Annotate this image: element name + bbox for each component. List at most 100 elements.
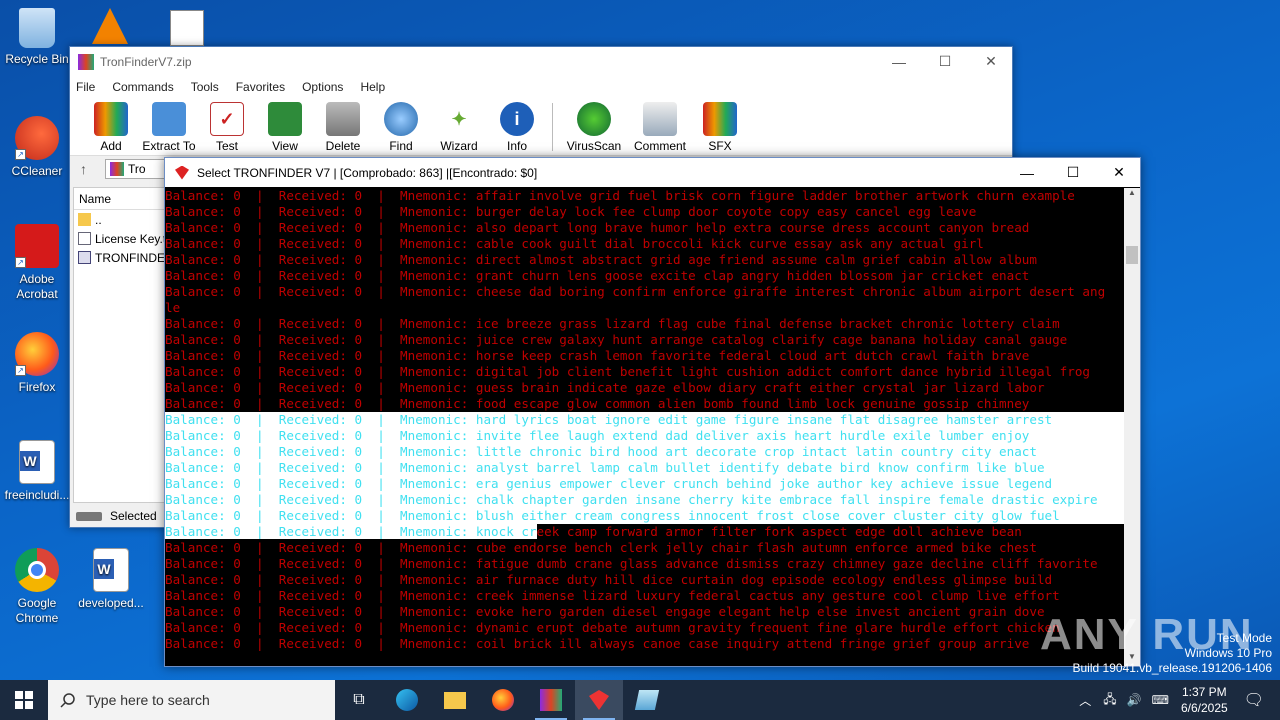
desktop-icon-freeincludi[interactable]: W freeincludi... bbox=[0, 440, 74, 503]
toolbar-extract-label: Extract To bbox=[142, 139, 196, 153]
file-row[interactable]: TRONFINDER bbox=[74, 248, 166, 267]
checklist-icon: ✓ bbox=[210, 102, 244, 136]
taskbar-tronfinder[interactable] bbox=[575, 680, 623, 720]
taskbar-edge[interactable] bbox=[383, 680, 431, 720]
taskbar-clock[interactable]: 1:37 PM 6/6/2025 bbox=[1181, 684, 1228, 716]
maximize-button[interactable]: ☐ bbox=[922, 47, 968, 76]
task-view-button[interactable]: ⧉ bbox=[335, 680, 383, 720]
console-line: Balance: 0 | Received: 0 | Mnemonic: har… bbox=[165, 412, 1125, 428]
console-title: Select TRONFINDER V7 | [Comprobado: 863]… bbox=[197, 165, 538, 180]
taskbar-winrar[interactable] bbox=[527, 680, 575, 720]
console-line: Balance: 0 | Received: 0 | Mnemonic: dig… bbox=[165, 364, 1125, 380]
notification-icon[interactable]: 🗨 bbox=[1244, 690, 1264, 710]
search-placeholder: Type here to search bbox=[86, 692, 210, 708]
address-field[interactable]: Tro bbox=[105, 159, 165, 179]
taskbar-search-box[interactable]: Type here to search bbox=[48, 680, 335, 720]
toolbar-add-label: Add bbox=[100, 139, 122, 153]
sfx-box-icon bbox=[703, 102, 737, 136]
menu-favorites[interactable]: Favorites bbox=[236, 80, 285, 94]
address-text: Tro bbox=[128, 162, 146, 176]
desktop-icon-label: Recycle Bin bbox=[5, 52, 69, 66]
toolbar-view-button[interactable]: View bbox=[256, 98, 314, 155]
scrollbar-thumb[interactable] bbox=[1126, 246, 1138, 264]
chrome-icon bbox=[15, 548, 59, 592]
start-button[interactable] bbox=[0, 680, 48, 720]
menu-commands[interactable]: Commands bbox=[112, 80, 173, 94]
desktop-icon-vlc[interactable] bbox=[92, 8, 128, 44]
toolbar-sfx-label: SFX bbox=[708, 139, 732, 153]
console-line: Balance: 0 | Received: 0 | Mnemonic: ana… bbox=[165, 460, 1125, 476]
network-icon[interactable]: 🖧 bbox=[1103, 690, 1116, 711]
winrar-titlebar[interactable]: TronFinderV7.zip — ☐ ✕ bbox=[70, 47, 1012, 76]
toolbar-add-button[interactable]: Add bbox=[82, 98, 140, 155]
desktop-icon-google-chrome[interactable]: Google Chrome bbox=[0, 548, 74, 626]
magic-wand-icon: ✦ bbox=[451, 108, 467, 129]
desktop-icon-label: CCleaner bbox=[11, 164, 63, 178]
file-name: License Key.t bbox=[95, 231, 166, 246]
desktop-icon-label: Google Chrome bbox=[15, 596, 59, 625]
file-row[interactable]: .. bbox=[74, 210, 166, 229]
firefox-icon bbox=[492, 689, 514, 711]
volume-icon[interactable]: 🔊 bbox=[1127, 693, 1142, 707]
winrar-title: TronFinderV7.zip bbox=[100, 54, 192, 69]
menu-help[interactable]: Help bbox=[360, 80, 385, 94]
console-scrollbar[interactable]: ▲ ▼ bbox=[1124, 188, 1140, 666]
desktop-icon-firefox[interactable]: ↗ Firefox bbox=[0, 332, 74, 395]
taskbar: Type here to search ⧉ ︿ 🖧 🔊 ⌨ 1:37 PM 6/… bbox=[0, 680, 1280, 720]
taskbar-notepad[interactable] bbox=[623, 680, 671, 720]
console-line: Balance: 0 | Received: 0 | Mnemonic: che… bbox=[165, 284, 1125, 300]
maximize-button[interactable]: ☐ bbox=[1050, 158, 1096, 187]
tron-icon bbox=[589, 690, 609, 710]
desktop-icon-label: freeincludi... bbox=[4, 488, 70, 502]
desktop-icon-adobe-acrobat[interactable]: ↗ Adobe Acrobat bbox=[0, 224, 74, 302]
taskbar-file-explorer[interactable] bbox=[431, 680, 479, 720]
console-window[interactable]: Select TRONFINDER V7 | [Comprobado: 863]… bbox=[164, 157, 1141, 667]
toolbar-info-button[interactable]: i Info bbox=[488, 98, 546, 155]
magnifier-icon bbox=[384, 102, 418, 136]
toolbar-comment-button[interactable]: Comment bbox=[629, 98, 691, 155]
close-button[interactable]: ✕ bbox=[1096, 158, 1142, 187]
taskbar-firefox[interactable] bbox=[479, 680, 527, 720]
close-button[interactable]: ✕ bbox=[968, 47, 1014, 76]
test-mode-text: Test Mode bbox=[1216, 631, 1272, 645]
console-line: Balance: 0 | Received: 0 | Mnemonic: hor… bbox=[165, 348, 1125, 364]
toolbar-wizard-button[interactable]: ✦ Wizard bbox=[430, 98, 488, 155]
minimize-button[interactable]: — bbox=[876, 47, 922, 76]
console-line: Balance: 0 | Received: 0 | Mnemonic: cub… bbox=[165, 540, 1125, 556]
up-arrow-icon[interactable]: ↑ bbox=[80, 161, 87, 177]
tron-app-icon bbox=[175, 165, 189, 180]
folder-icon bbox=[152, 102, 186, 136]
menu-file[interactable]: File bbox=[76, 80, 95, 94]
menu-options[interactable]: Options bbox=[302, 80, 343, 94]
toolbar-find-button[interactable]: Find bbox=[372, 98, 430, 155]
archive-books-icon bbox=[94, 102, 128, 136]
toolbar-sfx-button[interactable]: SFX bbox=[691, 98, 749, 155]
console-line: Balance: 0 | Received: 0 | Mnemonic: evo… bbox=[165, 604, 1125, 620]
scroll-up-icon[interactable]: ▲ bbox=[1124, 188, 1140, 202]
desktop-icon-image[interactable] bbox=[170, 10, 204, 46]
winrar-file-list: Name .. License Key.t TRONFINDER bbox=[73, 187, 167, 503]
column-header-name[interactable]: Name bbox=[74, 188, 166, 210]
minimize-button[interactable]: — bbox=[1004, 158, 1050, 187]
keyboard-icon[interactable]: ⌨ bbox=[1152, 693, 1169, 707]
chevron-up-icon[interactable]: ︿ bbox=[1079, 692, 1091, 709]
os-build-info: Test Mode Windows 10 Pro Build 19041.vb_… bbox=[1073, 631, 1273, 676]
desktop-icon-developed[interactable]: W developed... bbox=[74, 548, 148, 611]
console-line: Balance: 0 | Received: 0 | Mnemonic: cha… bbox=[165, 492, 1125, 508]
menu-tools[interactable]: Tools bbox=[191, 80, 219, 94]
file-row[interactable]: License Key.t bbox=[74, 229, 166, 248]
toolbar-virusscan-button[interactable]: VirusScan bbox=[559, 98, 629, 155]
desktop-icon-ccleaner[interactable]: ↗ CCleaner bbox=[0, 116, 74, 179]
console-line: Balance: 0 | Received: 0 | Mnemonic: coi… bbox=[165, 636, 1125, 652]
drive-icon bbox=[76, 511, 102, 521]
toolbar-delete-button[interactable]: Delete bbox=[314, 98, 372, 155]
toolbar-extract-to-button[interactable]: Extract To bbox=[140, 98, 198, 155]
toolbar-delete-label: Delete bbox=[325, 139, 361, 153]
winrar-menubar: File Commands Tools Favorites Options He… bbox=[70, 76, 1012, 98]
book-icon bbox=[268, 102, 302, 136]
console-line: Balance: 0 | Received: 0 | Mnemonic: air… bbox=[165, 572, 1125, 588]
console-titlebar[interactable]: Select TRONFINDER V7 | [Comprobado: 863]… bbox=[165, 158, 1140, 187]
desktop-icon-recycle-bin[interactable]: Recycle Bin bbox=[0, 8, 74, 67]
console-line: Balance: 0 | Received: 0 | Mnemonic: cab… bbox=[165, 236, 1125, 252]
toolbar-test-button[interactable]: ✓ Test bbox=[198, 98, 256, 155]
